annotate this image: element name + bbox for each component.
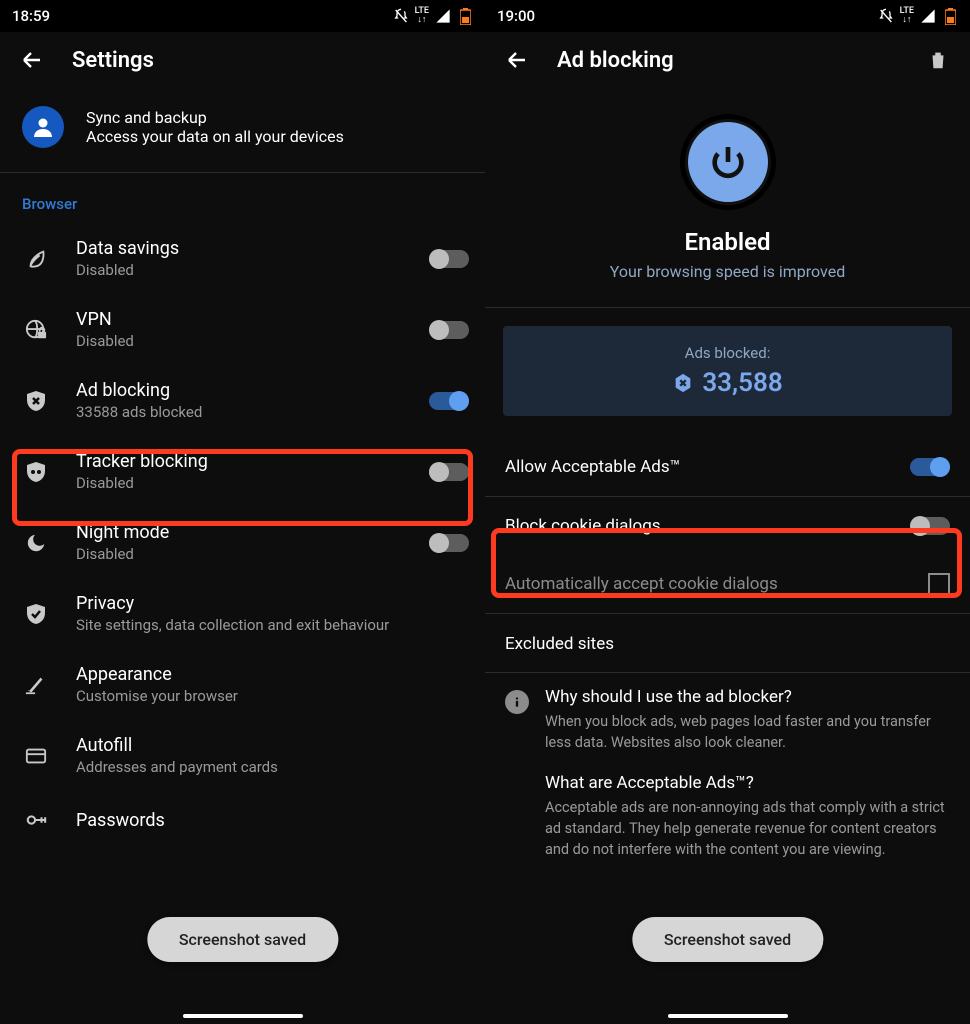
- stat-value: 33,588: [702, 368, 782, 398]
- vpn-title: VPN: [76, 309, 403, 330]
- phone-right: 19:00 LTE↓↑ Ad blocking Enabled Your bro…: [485, 0, 970, 1024]
- phone-left: 18:59 LTE↓↑ Settings Sync and backup Acc…: [0, 0, 485, 1024]
- data-savings-title: Data savings: [76, 238, 403, 259]
- toast: Screenshot saved: [632, 917, 823, 962]
- status-time: 19:00: [497, 7, 535, 25]
- battery-icon: [942, 8, 958, 24]
- passwords-title: Passwords: [76, 810, 469, 831]
- key-icon: [22, 806, 50, 834]
- auto-cookie-checkbox: [928, 573, 950, 595]
- info-icon: [505, 690, 529, 714]
- status-icons: LTE↓↑: [393, 7, 473, 25]
- signal-icon: [435, 8, 451, 24]
- shield-tracker-icon: [22, 458, 50, 486]
- section-browser: Browser: [0, 173, 485, 223]
- vpn-sub: Disabled: [76, 332, 403, 350]
- hex-x-icon: [672, 372, 694, 394]
- auto-cookie-label: Automatically accept cookie dialogs: [505, 574, 912, 594]
- status-bar: 18:59 LTE↓↑: [0, 0, 485, 32]
- row-appearance[interactable]: Appearance Customise your browser: [0, 649, 485, 720]
- lte-indicator: LTE↓↑: [415, 7, 429, 25]
- power-toggle[interactable]: [680, 114, 776, 210]
- privacy-sub: Site settings, data collection and exit …: [76, 616, 469, 634]
- row-vpn[interactable]: VPN Disabled: [0, 294, 485, 365]
- bell-off-icon: [878, 8, 894, 24]
- ad-blocker-header: Enabled Your browsing speed is improved: [485, 88, 970, 307]
- row-tracker[interactable]: Tracker blocking Disabled: [0, 436, 485, 507]
- globe-lock-icon: [22, 316, 50, 344]
- faq-a2: Acceptable ads are non-annoying ads that…: [545, 797, 950, 860]
- autofill-sub: Addresses and payment cards: [76, 758, 469, 776]
- appearance-title: Appearance: [76, 664, 469, 685]
- page-title: Settings: [72, 48, 154, 73]
- back-button[interactable]: [14, 42, 50, 78]
- ad-blocking-sub: 33588 ads blocked: [76, 403, 403, 421]
- bell-off-icon: [393, 8, 409, 24]
- signal-icon: [920, 8, 936, 24]
- data-savings-toggle[interactable]: [429, 248, 469, 270]
- back-button[interactable]: [499, 42, 535, 78]
- data-savings-sub: Disabled: [76, 261, 403, 279]
- sync-sub: Access your data on all your devices: [86, 127, 344, 146]
- row-ad-blocking[interactable]: Ad blocking 33588 ads blocked: [0, 365, 485, 436]
- tracker-toggle[interactable]: [429, 461, 469, 483]
- ad-blocking-title: Ad blocking: [76, 380, 403, 401]
- tracker-sub: Disabled: [76, 474, 403, 492]
- vpn-toggle[interactable]: [429, 319, 469, 341]
- ads-blocked-stat: Ads blocked: 33,588: [503, 326, 952, 416]
- moon-icon: [22, 529, 50, 557]
- faq-a1: When you block ads, web pages load faste…: [545, 711, 950, 753]
- status-bar: 19:00 LTE↓↑: [485, 0, 970, 32]
- night-title: Night mode: [76, 522, 403, 543]
- shield-x-icon: [22, 387, 50, 415]
- faq-q2: What are Acceptable Ads™?: [545, 773, 950, 793]
- stat-label: Ads blocked:: [513, 344, 942, 362]
- row-autofill[interactable]: Autofill Addresses and payment cards: [0, 720, 485, 791]
- leaf-icon: [22, 245, 50, 273]
- acceptable-ads-label: Allow Acceptable Ads™: [505, 457, 894, 477]
- enabled-sub: Your browsing speed is improved: [505, 262, 950, 281]
- acceptable-ads-toggle[interactable]: [910, 456, 950, 478]
- battery-icon: [457, 8, 473, 24]
- avatar-icon: [22, 106, 64, 148]
- tracker-title: Tracker blocking: [76, 451, 403, 472]
- toast: Screenshot saved: [147, 917, 338, 962]
- row-block-cookie[interactable]: Block cookie dialogs: [485, 497, 970, 555]
- privacy-title: Privacy: [76, 593, 469, 614]
- faq-q1: Why should I use the ad blocker?: [545, 687, 950, 707]
- autofill-title: Autofill: [76, 735, 469, 756]
- card-icon: [22, 742, 50, 770]
- night-sub: Disabled: [76, 545, 403, 563]
- block-cookie-toggle[interactable]: [910, 515, 950, 537]
- nav-handle[interactable]: [668, 1014, 788, 1018]
- row-night-mode[interactable]: Night mode Disabled: [0, 507, 485, 578]
- brush-icon: [22, 671, 50, 699]
- block-cookie-label: Block cookie dialogs: [505, 516, 894, 536]
- sync-backup-row[interactable]: Sync and backup Access your data on all …: [0, 88, 485, 172]
- ad-blocking-toggle[interactable]: [429, 390, 469, 412]
- appearance-sub: Customise your browser: [76, 687, 469, 705]
- nav-handle[interactable]: [183, 1014, 303, 1018]
- row-auto-cookie: Automatically accept cookie dialogs: [485, 555, 970, 613]
- sync-title: Sync and backup: [86, 108, 344, 127]
- night-toggle[interactable]: [429, 532, 469, 554]
- page-title: Ad blocking: [557, 48, 674, 73]
- shield-check-icon: [22, 600, 50, 628]
- row-data-savings[interactable]: Data savings Disabled: [0, 223, 485, 294]
- enabled-title: Enabled: [505, 228, 950, 256]
- appbar: Settings: [0, 32, 485, 88]
- row-passwords[interactable]: Passwords: [0, 791, 485, 849]
- status-icons: LTE↓↑: [878, 7, 958, 25]
- status-time: 18:59: [12, 7, 50, 25]
- row-privacy[interactable]: Privacy Site settings, data collection an…: [0, 578, 485, 649]
- row-acceptable-ads[interactable]: Allow Acceptable Ads™: [485, 438, 970, 496]
- faq-section: Why should I use the ad blocker? When yo…: [485, 673, 970, 876]
- delete-button[interactable]: [920, 42, 956, 78]
- divider: [485, 307, 970, 308]
- appbar: Ad blocking: [485, 32, 970, 88]
- lte-indicator: LTE↓↑: [900, 7, 914, 25]
- row-excluded-sites[interactable]: Excluded sites: [485, 614, 970, 672]
